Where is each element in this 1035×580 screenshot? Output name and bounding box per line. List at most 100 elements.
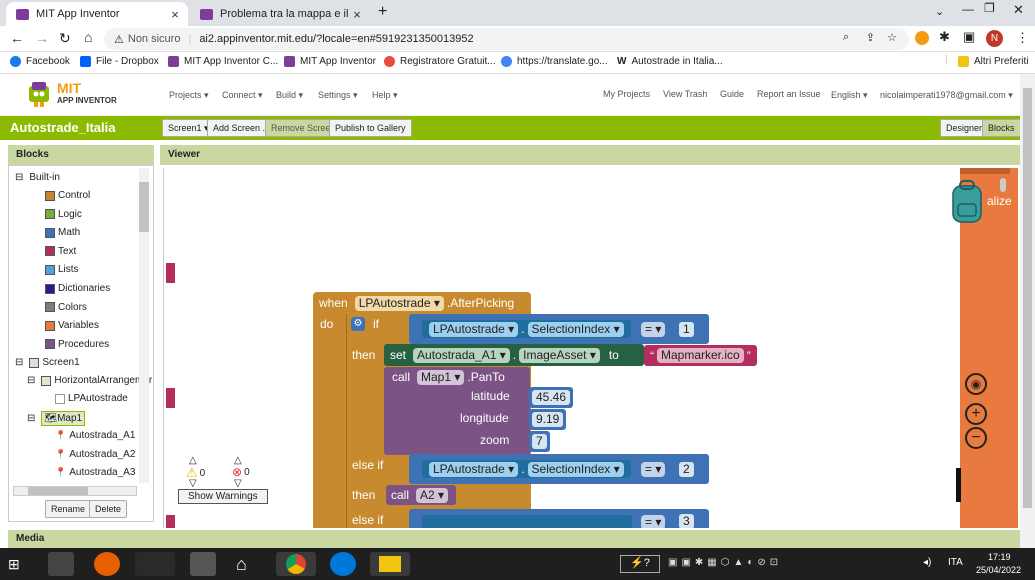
home-app-icon[interactable]: ⌂ [236,554,247,575]
extension-icon[interactable] [915,31,929,45]
tray-icons[interactable]: ▣▣✱▦⬡▲◐⊘⊡ [668,557,782,568]
collapse-icon[interactable]: ⊟ [27,413,35,424]
builtin-lists[interactable]: Lists [45,264,79,275]
equals-dropdown-1[interactable]: = ▾ [638,322,668,337]
edge-icon[interactable] [330,552,356,576]
app-inventor-logo-icon[interactable] [26,80,52,108]
page-scrollbar[interactable] [1020,74,1035,548]
rename-button[interactable]: Rename [45,500,92,518]
menu-language[interactable]: English ▾ [831,90,868,101]
link-guide[interactable]: Guide [720,89,744,99]
restore-icon[interactable]: ❐ [984,1,995,15]
text-block[interactable]: “Mapmarker.ico” [644,345,757,366]
longitude-number[interactable]: 9.19 [529,409,567,430]
center-icon[interactable]: ◉ [965,373,987,395]
collapse-icon[interactable]: ⊟ [15,357,23,368]
tab-search-icon[interactable]: ⌄ [935,5,944,18]
app-icon[interactable] [135,552,175,576]
number-block-1[interactable]: 1 [676,320,697,338]
bookmark-mit-community[interactable]: MIT App Inventor C... [168,56,278,67]
bookmark-dropbox[interactable]: File - Dropbox [80,56,159,67]
bookmark-registratore[interactable]: Registratore Gratuit... [384,56,496,67]
forward-icon[interactable]: → [35,30,49,46]
chrome-menu-icon[interactable]: ⋮ [1016,30,1029,46]
extensions-puzzle-icon[interactable]: ✱ [939,29,950,45]
partial-text-block[interactable] [166,388,175,408]
bookmark-mit[interactable]: MIT App Inventor [284,56,376,67]
firefox-icon[interactable] [94,552,120,576]
selection-index-getter-3[interactable] [422,515,632,528]
battery-icon[interactable]: ⚡? [620,555,660,573]
component-dropdown[interactable]: LPAutostrade ▾ [354,295,444,311]
menu-projects[interactable]: Projects ▾ [169,90,209,101]
workspace-scrollbar-v[interactable] [1000,178,1006,192]
partial-text-block[interactable] [166,515,175,528]
clock-time[interactable]: 17:19 [988,552,1011,562]
new-tab-button[interactable]: + [378,3,387,21]
chrome-taskbar-button[interactable] [276,552,316,576]
blocks-workspace[interactable]: when LPAutostrade ▾ .AfterPicking do ⚙ i… [163,168,1018,528]
back-icon[interactable]: ← [10,30,24,46]
blocks-button[interactable]: Blocks [982,119,1021,137]
error-down-icon[interactable]: ▽ [234,478,242,489]
trash-edge-icon[interactable] [956,468,961,502]
reload-icon[interactable]: ↻ [59,30,71,47]
builtin-control[interactable]: Control [45,190,90,201]
gear-icon[interactable]: ⚙ [351,317,365,331]
share-icon[interactable]: ⇪ [866,31,875,44]
tree-marker[interactable]: 📍 Autostrada_A1 [55,430,135,441]
collapse-icon[interactable]: ⊟ [15,172,23,183]
builtin-colors[interactable]: Colors [45,302,87,313]
builtin-procedures[interactable]: Procedures [45,339,109,350]
tab-close-icon[interactable]: × [168,7,182,22]
zoom-number[interactable]: 7 [529,431,550,452]
collapse-icon[interactable]: ⊟ [27,375,35,386]
explorer-taskbar-button[interactable] [370,552,410,576]
show-warnings-button[interactable]: Show Warnings [178,489,268,504]
language-indicator[interactable]: ITA [948,557,963,568]
link-my-projects[interactable]: My Projects [603,89,650,99]
horizontal-scrollbar[interactable] [13,486,137,496]
speaker-icon[interactable]: ◂) [923,557,931,568]
link-report-issue[interactable]: Report an Issue [757,89,821,99]
builtin-math[interactable]: Math [45,227,80,238]
equals-dropdown-3[interactable]: = ▾ [638,515,668,528]
bookmark-facebook[interactable]: Facebook [10,56,70,67]
equals-dropdown-2[interactable]: = ▾ [638,462,668,477]
window-close-icon[interactable]: ✕ [1013,2,1024,18]
windows-start-icon[interactable]: ⊞ [8,556,20,573]
link-view-trash[interactable]: View Trash [663,89,707,99]
menu-settings[interactable]: Settings ▾ [318,90,358,101]
tree-marker[interactable]: 📍 Autostrada_A3 [55,467,135,478]
selection-index-getter-1[interactable]: LPAutostrade ▾ . SelectionIndex ▾ [422,320,631,338]
menu-build[interactable]: Build ▾ [276,90,303,101]
partial-text-block[interactable] [166,263,175,283]
call-a2-block[interactable]: call A2 ▾ [386,485,457,505]
profile-avatar[interactable]: N [986,30,1003,47]
gimp-icon[interactable] [48,552,74,576]
number-block-3[interactable]: 3 [676,513,697,528]
number-block-2[interactable]: 2 [676,460,697,478]
minimize-icon[interactable]: — [962,2,974,16]
tab-close-icon[interactable]: × [350,7,364,22]
delete-button[interactable]: Delete [89,500,128,518]
publish-gallery-button[interactable]: Publish to Gallery [329,119,412,137]
builtin-text[interactable]: Text [45,246,76,257]
zoom-in-icon[interactable]: + [965,403,987,425]
zoom-icon[interactable]: ⌕ [843,31,849,44]
bookmark-autostrade[interactable]: W Autostrade in Italia... [617,56,723,67]
bookmark-translate[interactable]: https://translate.go... [501,56,608,67]
tree-map1[interactable]: ⊟ 🗺Map1 [27,411,86,426]
security-shield-icon[interactable] [190,552,216,576]
zoom-out-icon[interactable]: − [965,427,987,449]
builtin-dictionaries[interactable]: Dictionaries [45,283,110,294]
tree-screen1[interactable]: ⊟ Screen1 [15,357,80,368]
omnibox[interactable]: ⚠ Non sicuro | ai2.appinventor.mit.edu/?… [104,28,909,50]
bookmark-star-icon[interactable]: ☆ [887,31,897,44]
backpack-icon[interactable] [950,180,984,224]
vertical-scrollbar[interactable] [139,168,149,483]
browser-tab[interactable]: Problema tra la mappa e il marke × [190,2,370,26]
home-icon[interactable]: ⌂ [84,29,92,45]
tree-lpautostrade[interactable]: LPAutostrade [55,393,128,404]
menu-help[interactable]: Help ▾ [372,90,398,101]
